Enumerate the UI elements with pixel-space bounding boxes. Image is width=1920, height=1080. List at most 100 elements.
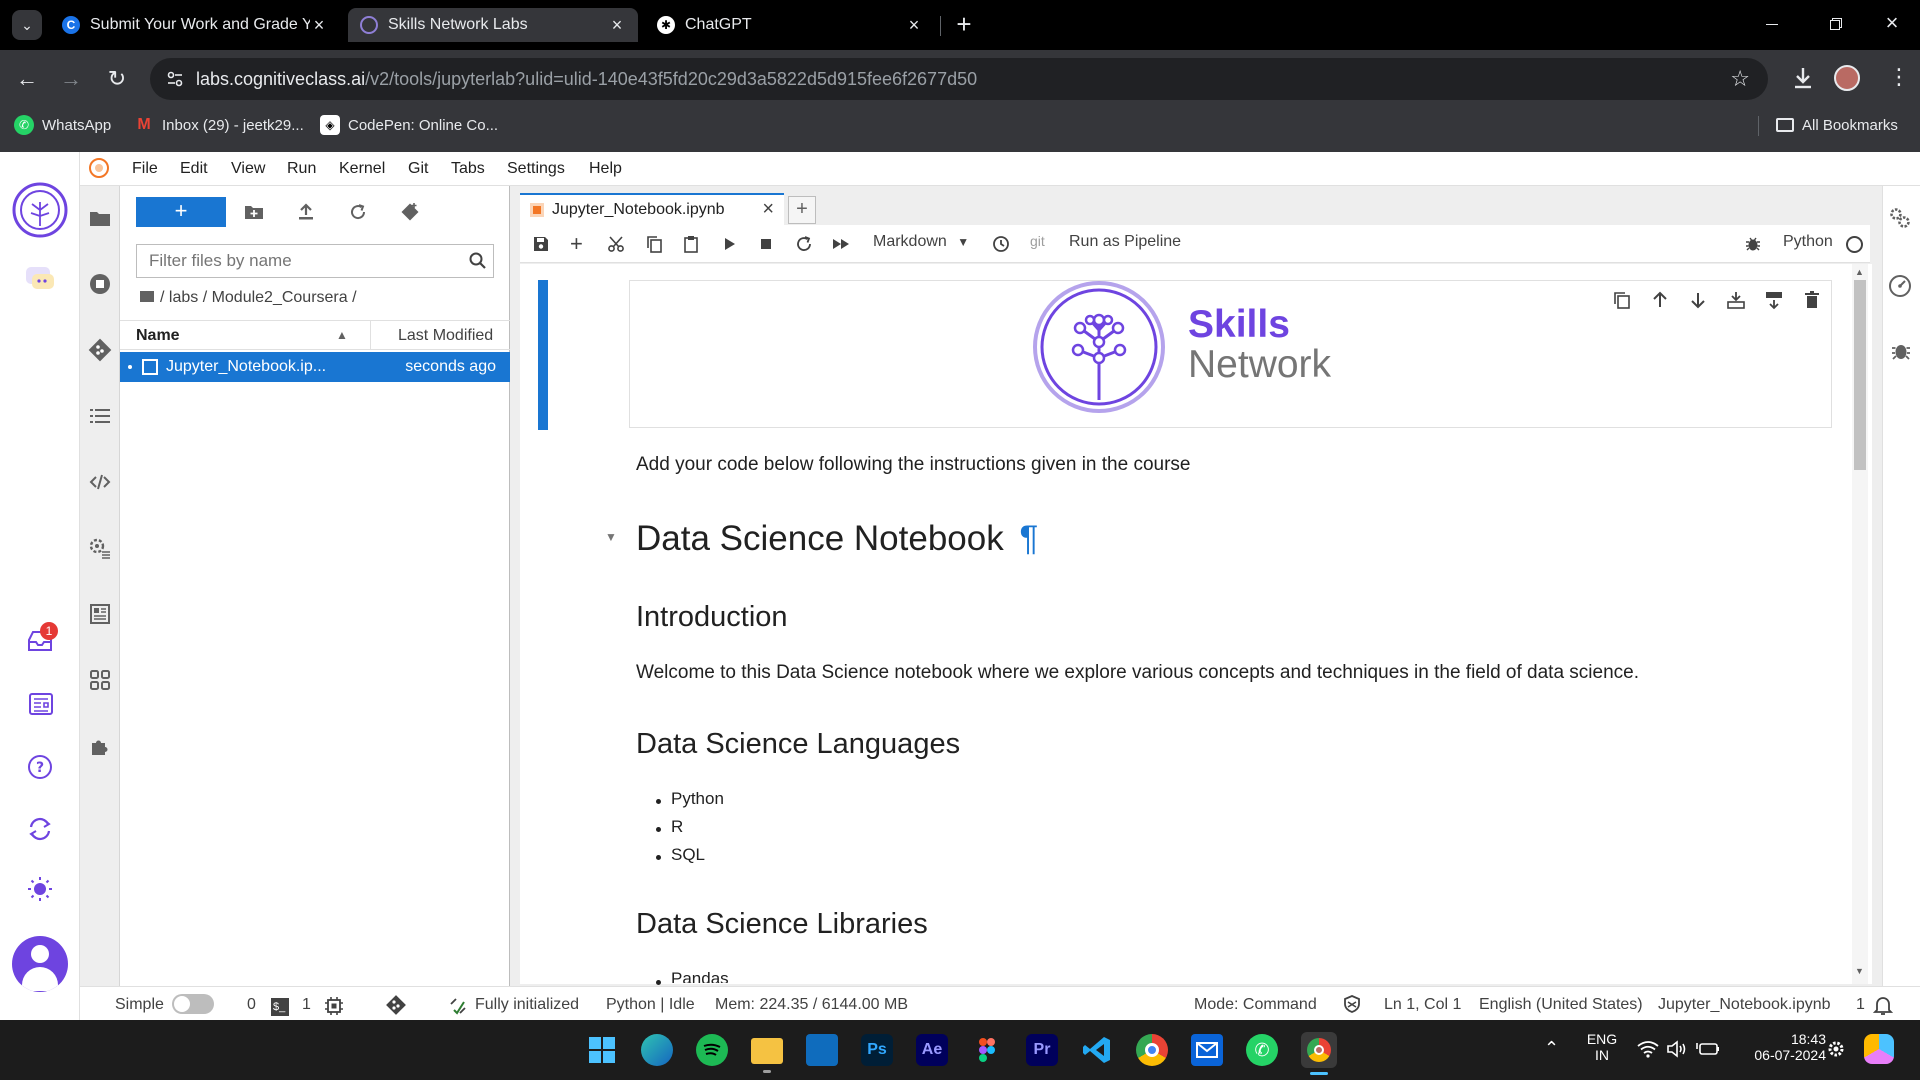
copilot-icon[interactable] (1864, 1034, 1894, 1064)
property-gears-icon[interactable] (1888, 206, 1912, 230)
elyra-catalog-icon[interactable] (88, 602, 112, 626)
photoshop-icon[interactable]: Ps (861, 1034, 893, 1066)
git-icon[interactable] (88, 338, 112, 362)
close-icon[interactable]: × (762, 198, 774, 221)
clock[interactable]: 18:43 06-07-2024 (1736, 1031, 1826, 1063)
whatsapp-desktop-icon[interactable]: ✆ (1246, 1034, 1278, 1066)
kernel-status-text[interactable]: Python | Idle (606, 996, 695, 1014)
all-bookmarks-button[interactable]: All Bookmarks (1776, 114, 1898, 136)
menu-git[interactable]: Git (408, 160, 428, 178)
display-language[interactable]: English (United States) (1479, 996, 1643, 1014)
reload-button[interactable]: ↻ (102, 64, 132, 94)
home-folder-icon[interactable] (140, 291, 154, 302)
new-tab-button[interactable]: + (950, 8, 978, 42)
breadcrumb[interactable]: / labs / Module2_Coursera / (140, 289, 357, 307)
bookmark-codepen[interactable]: ◈ CodePen: Online Co... (320, 114, 498, 136)
settings-gear-icon[interactable] (1826, 1039, 1846, 1059)
menu-kernel[interactable]: Kernel (339, 160, 385, 178)
table-of-contents-icon[interactable] (88, 404, 112, 428)
menu-settings[interactable]: Settings (507, 160, 565, 178)
breadcrumb-path[interactable]: / labs / Module2_Coursera / (160, 289, 357, 306)
collapse-caret-icon[interactable]: ▼ (605, 530, 617, 544)
upload-icon[interactable] (296, 202, 316, 222)
cut-icon[interactable] (607, 235, 625, 253)
chat-assistant-icon[interactable] (24, 264, 56, 294)
after-effects-icon[interactable]: Ae (916, 1034, 948, 1066)
paste-icon[interactable] (682, 235, 700, 253)
close-icon[interactable]: × (905, 15, 923, 36)
kernel-name[interactable]: Python (1783, 233, 1833, 251)
property-inspector-icon[interactable] (88, 536, 112, 560)
input-language[interactable]: ENG IN (1584, 1031, 1620, 1063)
column-modified-header[interactable]: Last Modified (398, 327, 493, 345)
insert-above-icon[interactable] (1726, 290, 1746, 310)
simple-mode-toggle[interactable] (172, 994, 214, 1014)
run-as-pipeline-button[interactable]: Run as Pipeline (1069, 233, 1181, 251)
site-info-icon[interactable] (166, 70, 184, 88)
menu-help[interactable]: Help (589, 160, 622, 178)
menu-view[interactable]: View (231, 160, 265, 178)
new-launcher-button[interactable]: + (136, 197, 226, 227)
browser-tab-submit[interactable]: C Submit Your Work and Grade Yo × (50, 8, 340, 42)
figma-icon[interactable] (971, 1034, 1003, 1066)
extension-manager-icon[interactable] (88, 734, 112, 758)
user-avatar[interactable] (12, 936, 68, 992)
git-clone-icon[interactable] (400, 202, 420, 222)
menu-tabs[interactable]: Tabs (451, 160, 485, 178)
terminals-count[interactable]: 0 (247, 996, 256, 1014)
forward-button[interactable]: → (56, 64, 86, 94)
delete-cell-icon[interactable] (1802, 290, 1822, 310)
show-hidden-icons-chevron[interactable]: ⌃ (1544, 1038, 1559, 1059)
minimize-button[interactable] (1760, 14, 1784, 34)
scroll-down-arrow[interactable]: ▼ (1855, 966, 1864, 976)
battery-icon[interactable] (1696, 1041, 1720, 1057)
help-icon[interactable]: ? (27, 754, 53, 780)
debugger-bug-icon[interactable] (1744, 235, 1762, 253)
anchor-link[interactable]: ¶ (1019, 519, 1038, 558)
menu-run[interactable]: Run (287, 160, 316, 178)
sync-icon[interactable] (27, 816, 53, 842)
browser-menu-icon[interactable]: ⋮ (1888, 62, 1910, 92)
tab-notebook[interactable]: Jupyter_Notebook.ipynb × (520, 193, 784, 225)
duplicate-cell-icon[interactable] (1612, 290, 1632, 310)
file-row-notebook[interactable]: Jupyter_Notebook.ip... seconds ago (120, 352, 510, 382)
notification-count[interactable]: 1 (1856, 996, 1865, 1014)
tab-search-button[interactable]: ⌄ (12, 10, 42, 40)
insert-cell-icon[interactable]: + (570, 233, 588, 255)
close-window-button[interactable]: × (1880, 10, 1904, 35)
run-icon[interactable] (720, 235, 738, 253)
file-filter-input[interactable]: Filter files by name (136, 244, 494, 278)
microsoft-store-icon[interactable] (806, 1034, 838, 1066)
close-icon[interactable]: × (310, 15, 328, 36)
restore-button[interactable] (1824, 14, 1848, 34)
bookmark-gmail[interactable]: M Inbox (29) - jeetk29... (134, 114, 303, 136)
download-icon[interactable] (1790, 64, 1816, 92)
skills-network-logo-icon[interactable] (12, 182, 68, 238)
profile-avatar[interactable] (1834, 65, 1860, 91)
new-folder-icon[interactable] (244, 202, 264, 222)
browser-tab-chatgpt[interactable]: ✱ ChatGPT × (645, 8, 935, 42)
new-tab-plus-button[interactable]: + (788, 196, 816, 224)
chrome-profile-icon[interactable] (1301, 1032, 1337, 1068)
chrome-icon[interactable] (1136, 1034, 1168, 1066)
save-icon[interactable] (532, 235, 550, 253)
menu-edit[interactable]: Edit (180, 160, 208, 178)
bookmark-star-icon[interactable]: ☆ (1730, 66, 1750, 92)
move-up-icon[interactable] (1650, 290, 1670, 310)
volume-icon[interactable] (1666, 1040, 1688, 1058)
premiere-pro-icon[interactable]: Pr (1026, 1034, 1058, 1066)
wifi-icon[interactable] (1637, 1040, 1659, 1058)
vs-code-icon[interactable] (1081, 1034, 1113, 1066)
theme-sun-icon[interactable] (27, 876, 53, 902)
restart-kernel-icon[interactable] (795, 235, 813, 253)
cell-type-select[interactable]: Markdown ▼ (873, 233, 969, 251)
back-button[interactable]: ← (12, 64, 42, 94)
run-all-icon[interactable] (832, 235, 850, 253)
menu-file[interactable]: File (132, 160, 158, 178)
spotify-icon[interactable] (696, 1034, 728, 1066)
news-icon[interactable] (28, 692, 54, 716)
lsp-status-icon[interactable] (448, 996, 468, 1016)
cursor-position[interactable]: Ln 1, Col 1 (1384, 996, 1461, 1014)
history-clock-icon[interactable] (992, 235, 1010, 253)
address-bar[interactable]: labs.cognitiveclass.ai/v2/tools/jupyterl… (150, 58, 1768, 100)
